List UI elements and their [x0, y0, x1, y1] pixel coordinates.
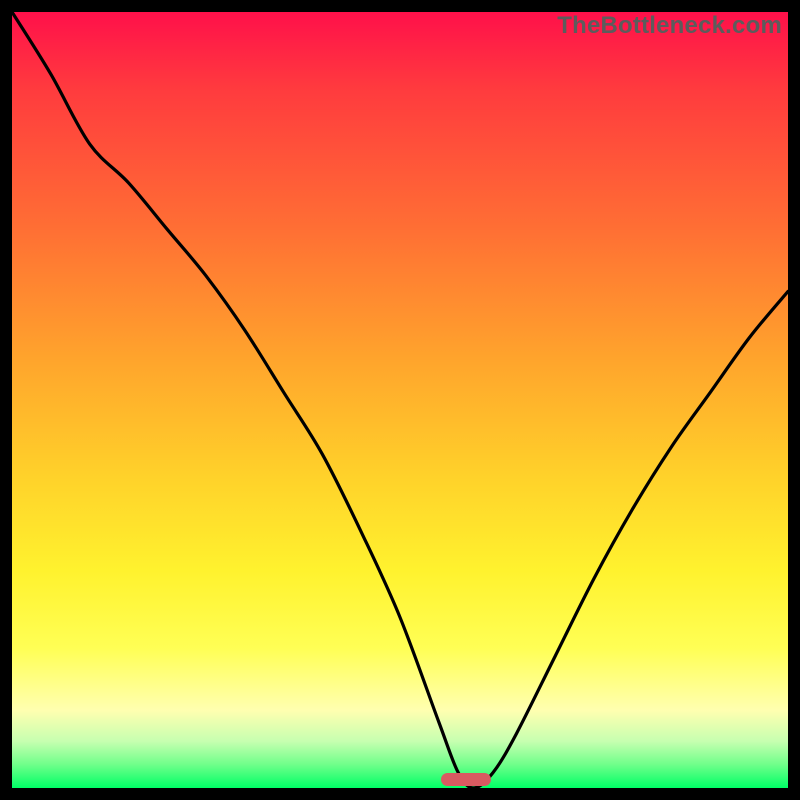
curve-path	[12, 12, 788, 788]
optimum-marker	[441, 773, 491, 786]
chart-frame: TheBottleneck.com	[0, 0, 800, 800]
plot-area: TheBottleneck.com	[12, 12, 788, 788]
bottleneck-curve	[12, 12, 788, 788]
